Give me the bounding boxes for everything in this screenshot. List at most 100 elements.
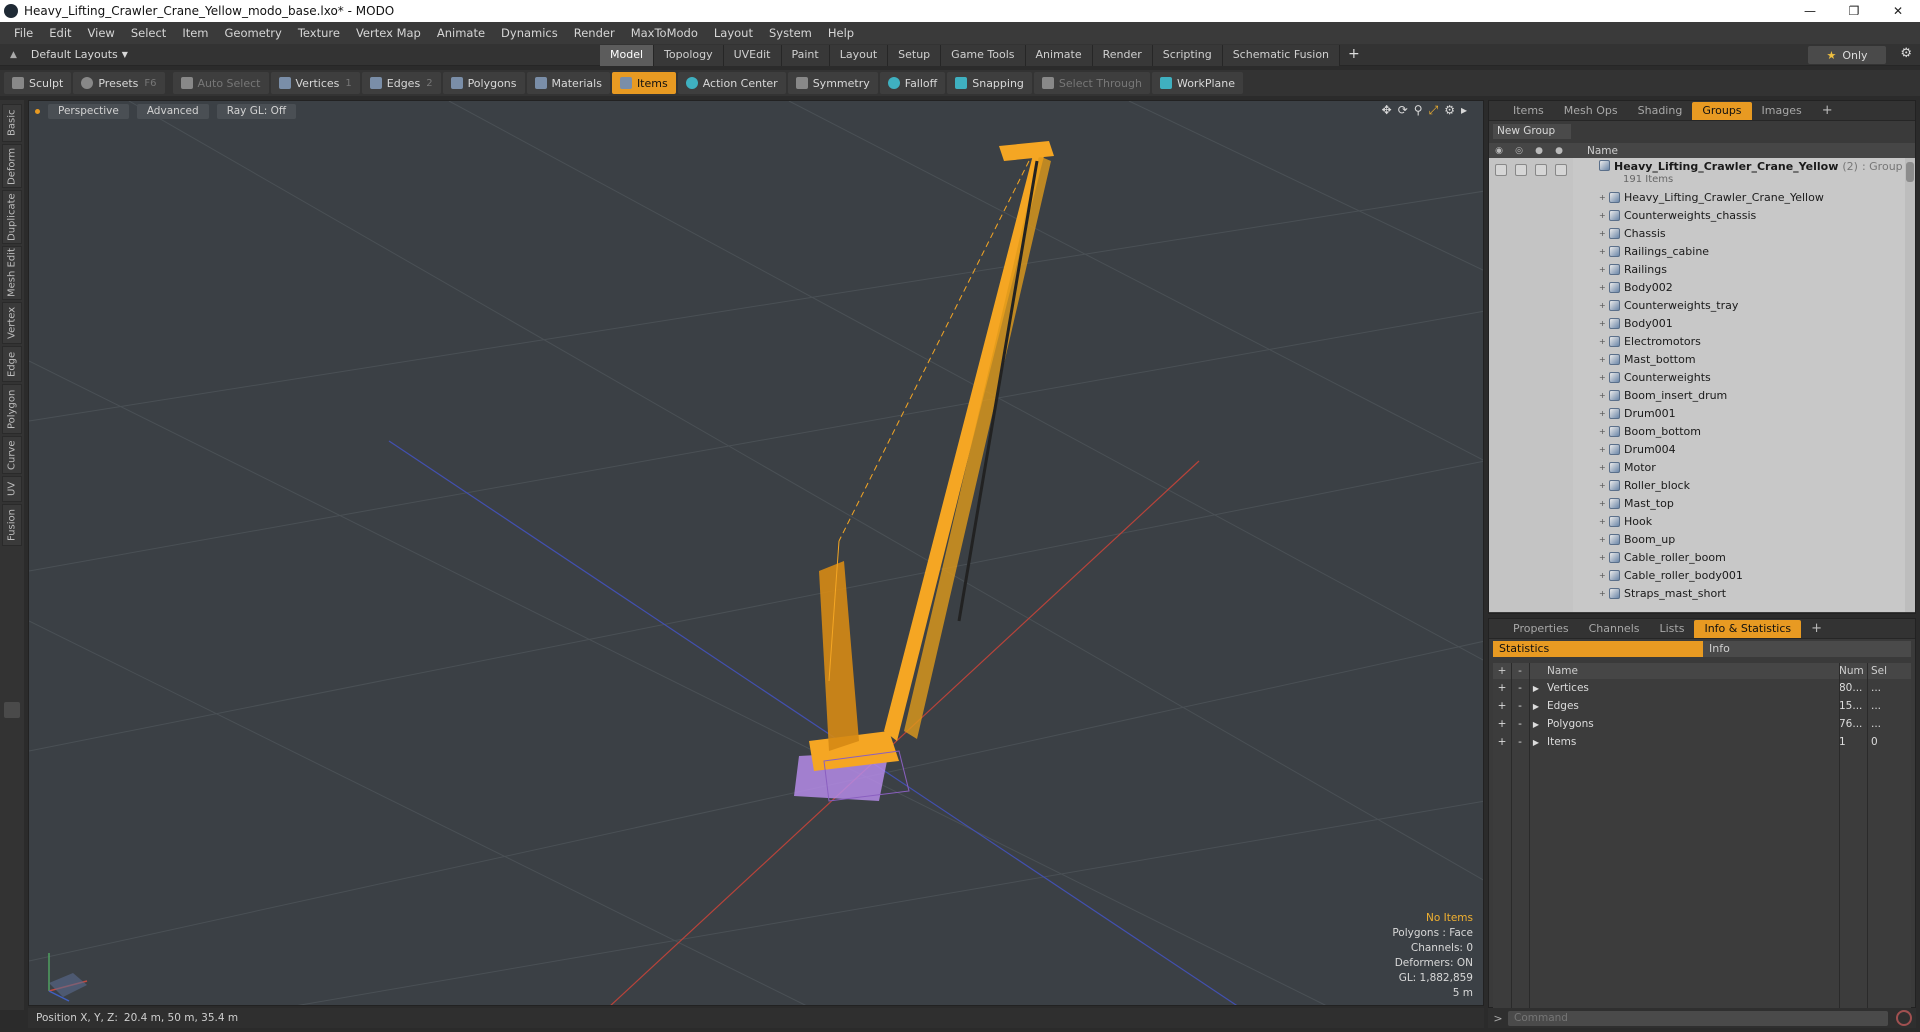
group-child-item[interactable]: + Body002 [1489, 278, 1915, 296]
symmetry-button[interactable]: Symmetry [787, 72, 878, 94]
expand-arrow-icon[interactable]: + [1599, 427, 1609, 436]
tab-schematic-fusion[interactable]: Schematic Fusion [1222, 44, 1341, 66]
zoom-view-icon[interactable]: ⚲ [1414, 103, 1423, 118]
expand-arrow-icon[interactable]: + [1599, 265, 1609, 274]
add-icon[interactable]: + [1493, 736, 1511, 748]
shading-button[interactable]: Advanced [136, 103, 209, 119]
viewport-arrow-icon[interactable]: ▸ [1461, 103, 1467, 118]
tab-deform[interactable]: Deform [2, 144, 22, 188]
tab-vertex[interactable]: Vertex [2, 302, 22, 344]
group-child-item[interactable]: + Drum004 [1489, 440, 1915, 458]
menu-texture[interactable]: Texture [290, 22, 348, 44]
expand-arrow-icon[interactable]: + [1599, 373, 1609, 382]
tab-images[interactable]: Images [1752, 102, 1812, 120]
tab-fusion[interactable]: Fusion [2, 504, 22, 546]
stat-row-items[interactable]: + - ▶ Items 1 0 [1493, 733, 1911, 751]
close-icon[interactable]: ✕ [1876, 0, 1920, 22]
expand-arrow-icon[interactable]: + [1599, 301, 1609, 310]
gear-icon[interactable]: ⚙ [1900, 46, 1912, 61]
stat-row-vertices[interactable]: + - ▶ Vertices 80... ... [1493, 679, 1911, 697]
expand-arrow-icon[interactable]: + [1599, 499, 1609, 508]
expand-arrow-icon[interactable]: + [1599, 211, 1609, 220]
minimize-icon[interactable]: — [1788, 0, 1832, 22]
group-child-item[interactable]: + Railings [1489, 260, 1915, 278]
visibility-toggle[interactable] [1495, 164, 1507, 176]
record-macro-icon[interactable] [1896, 1010, 1912, 1026]
workplane-button[interactable]: WorkPlane [1151, 72, 1243, 94]
group-child-item[interactable]: + Railings_cabine [1489, 242, 1915, 260]
expand-arrow-icon[interactable]: ▶ [1529, 738, 1543, 747]
expand-arrow-icon[interactable]: + [1599, 247, 1609, 256]
sculpt-button[interactable]: Sculpt [4, 72, 72, 94]
tab-info-statistics[interactable]: Info & Statistics [1694, 619, 1802, 638]
tab-shading[interactable]: Shading [1628, 102, 1693, 120]
expand-arrow-icon[interactable]: ▶ [1529, 684, 1543, 693]
tab-layout[interactable]: Layout [829, 44, 889, 66]
menu-item[interactable]: Item [174, 22, 216, 44]
expand-arrow-icon[interactable]: + [1599, 535, 1609, 544]
group-child-item[interactable]: + Cable_roller_body001 [1489, 566, 1915, 584]
menu-help[interactable]: Help [820, 22, 862, 44]
expand-arrow-icon[interactable]: + [1599, 391, 1609, 400]
expand-arrow-icon[interactable]: + [1599, 463, 1609, 472]
only-button[interactable]: ★ Only [1808, 46, 1886, 64]
expand-all-icon[interactable]: + [1493, 665, 1511, 677]
add-icon[interactable]: + [1493, 682, 1511, 694]
tab-duplicate[interactable]: Duplicate [2, 190, 22, 244]
expand-arrow-icon[interactable]: + [1599, 571, 1609, 580]
tab-render[interactable]: Render [1092, 44, 1153, 66]
falloff-button[interactable]: Falloff [879, 72, 946, 94]
group-row[interactable]: Heavy_Lifting_Crawler_Crane_Yellow (2) :… [1489, 158, 1915, 188]
vertices-button[interactable]: Vertices 1 [270, 72, 360, 94]
stat-row-edges[interactable]: + - ▶ Edges 15... ... [1493, 697, 1911, 715]
expand-arrow-icon[interactable]: + [1599, 409, 1609, 418]
tab-groups[interactable]: Groups [1692, 101, 1752, 120]
menu-view[interactable]: View [80, 22, 123, 44]
group-child-item[interactable]: + Boom_bottom [1489, 422, 1915, 440]
group-child-item[interactable]: + Hook [1489, 512, 1915, 530]
tab-mesh-ops[interactable]: Mesh Ops [1554, 102, 1628, 120]
add-tab-icon[interactable]: + [1812, 102, 1843, 120]
rotate-view-icon[interactable]: ⟳ [1398, 103, 1408, 118]
collapse-all-icon[interactable]: - [1511, 665, 1529, 677]
tab-paint[interactable]: Paint [781, 44, 830, 66]
menu-vertex-map[interactable]: Vertex Map [348, 22, 429, 44]
groups-scrollbar[interactable] [1905, 158, 1915, 612]
menu-dynamics[interactable]: Dynamics [493, 22, 566, 44]
group-child-item[interactable]: + Mast_bottom [1489, 350, 1915, 368]
expand-arrow-icon[interactable]: + [1599, 193, 1609, 202]
add-icon[interactable]: + [1493, 718, 1511, 730]
expand-arrow-icon[interactable]: + [1599, 337, 1609, 346]
group-child-item[interactable]: + Electromotors [1489, 332, 1915, 350]
tab-animate[interactable]: Animate [1025, 44, 1093, 66]
expand-arrow-icon[interactable]: + [1599, 589, 1609, 598]
viewport-3d[interactable]: Perspective Advanced Ray GL: Off ✥ ⟳ ⚲ ⤢… [28, 100, 1484, 1006]
tab-scripting[interactable]: Scripting [1152, 44, 1223, 66]
view-mode-button[interactable]: Perspective [48, 103, 129, 119]
layouts-dropdown[interactable]: ▲ Default Layouts ▼ [0, 48, 600, 61]
scene-render[interactable] [29, 101, 1484, 1006]
group-child-item[interactable]: + Counterweights [1489, 368, 1915, 386]
menu-system[interactable]: System [761, 22, 820, 44]
toggle-panel-button[interactable] [4, 702, 20, 718]
expand-arrow-icon[interactable]: + [1599, 319, 1609, 328]
group-child-item[interactable]: + Drum001 [1489, 404, 1915, 422]
tab-setup[interactable]: Setup [888, 44, 942, 66]
command-input[interactable] [1508, 1010, 1888, 1026]
menu-layout[interactable]: Layout [706, 22, 761, 44]
group-child-item[interactable]: + Cable_roller_boom [1489, 548, 1915, 566]
tab-mesh-edit[interactable]: Mesh Edit [2, 246, 22, 300]
expand-arrow-icon[interactable]: + [1599, 481, 1609, 490]
tab-polygon[interactable]: Polygon [2, 384, 22, 434]
tab-lists[interactable]: Lists [1650, 620, 1695, 638]
tab-model[interactable]: Model [600, 44, 655, 66]
materials-button[interactable]: Materials [526, 72, 610, 94]
tab-uv[interactable]: UV [2, 476, 22, 502]
select-toggle[interactable] [1555, 164, 1567, 176]
group-child-item[interactable]: + Motor [1489, 458, 1915, 476]
menu-geometry[interactable]: Geometry [217, 22, 290, 44]
group-child-item[interactable]: + Heavy_Lifting_Crawler_Crane_Yellow [1489, 188, 1915, 206]
tab-edge[interactable]: Edge [2, 346, 22, 382]
viewport-gear-icon[interactable]: ⚙ [1444, 103, 1455, 118]
group-child-item[interactable]: + Mast_top [1489, 494, 1915, 512]
